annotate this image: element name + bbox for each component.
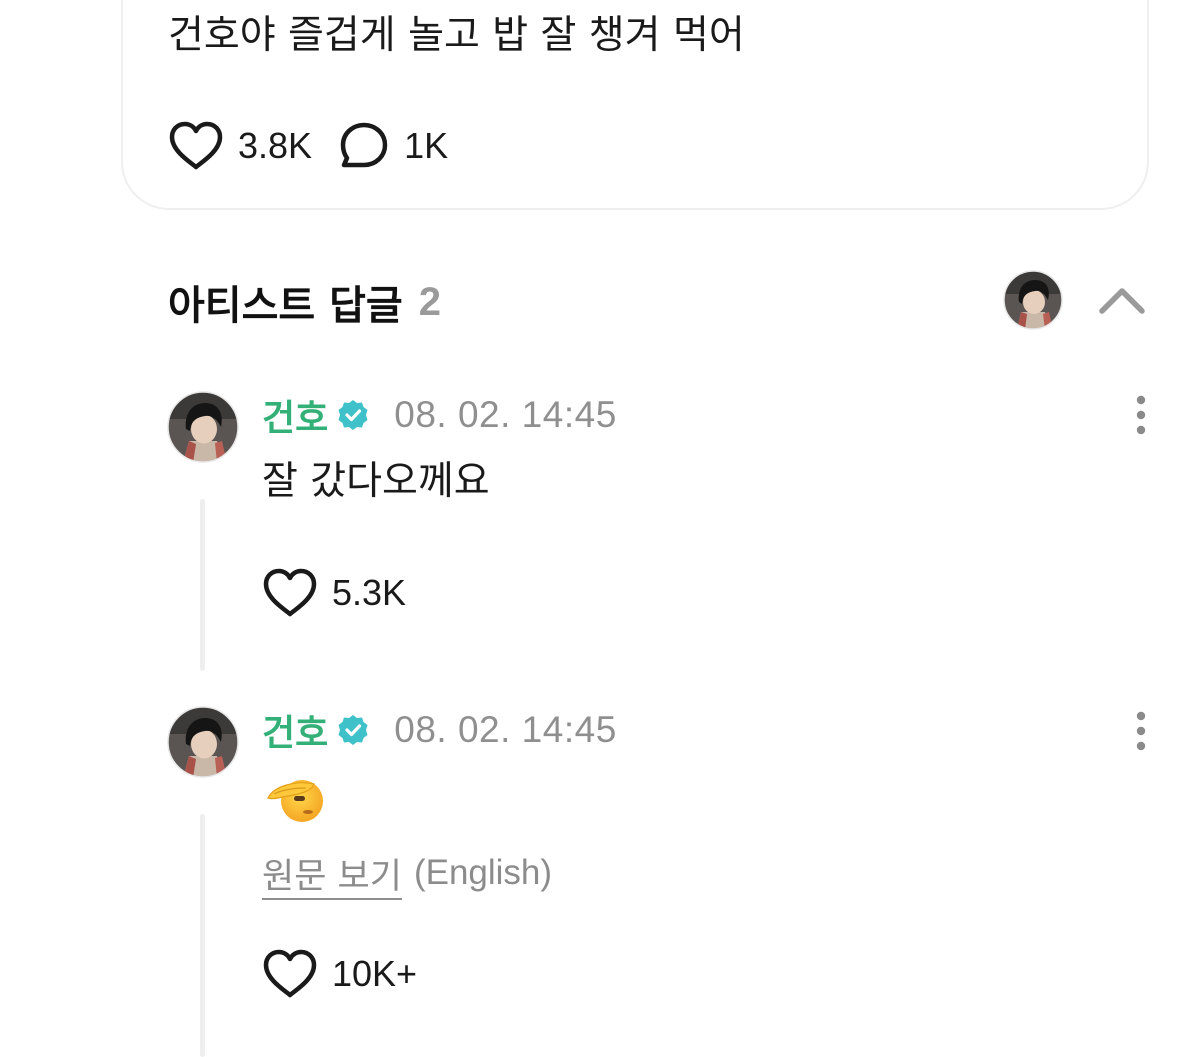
artist-avatar-small[interactable] [1003,270,1063,330]
post-comment-count: 1K [404,125,449,166]
author-name[interactable]: 건호 [262,389,328,441]
vertical-ellipsis-icon [1126,394,1156,438]
reply-body-text: 잘 갔다오께요 [262,459,490,504]
original-language-label: (English) [413,853,553,892]
reply-meta: 건호 08. 02. 14:45 [262,391,617,439]
author-name[interactable]: 건호 [262,704,328,756]
reply-like-button[interactable]: 5.3K [262,565,406,621]
verified-badge-icon [336,398,370,432]
heart-outline-icon [262,567,318,619]
comment-button[interactable]: 1K [338,120,448,172]
reply-avatar[interactable] [167,391,239,463]
reply-more-button[interactable] [1126,394,1156,438]
post-like-count: 3.8K [238,125,313,166]
speech-bubble-icon [338,120,390,172]
verified-badge-icon [336,713,370,747]
vertical-ellipsis-icon [1126,710,1156,754]
post-body-text: 건호야 즐겁게 놀고 밥 잘 챙겨 먹어 [168,13,745,58]
reply-more-button[interactable] [1126,710,1156,754]
artist-replies-page: 건호야 즐겁게 놀고 밥 잘 챙겨 먹어 3.8K 1K 아티스트 답글 2 건… [0,0,1200,1057]
translate-row: 원문 보기 (English) [262,848,552,898]
post-actions: 3.8K 1K [168,118,448,174]
thread-line [200,499,205,671]
saluting-face-emoji [266,770,326,828]
heart-outline-icon[interactable] [168,120,224,172]
collapse-button[interactable] [1096,278,1148,322]
reply-timestamp: 08. 02. 14:45 [394,394,617,435]
artist-replies-header: 아티스트 답글 2 [168,272,441,332]
view-original-link[interactable]: 원문 보기 [262,848,402,899]
reply-meta: 건호 08. 02. 14:45 [262,706,617,754]
reply-like-count: 10K+ [332,953,418,994]
heart-outline-icon [262,948,318,1000]
reply-avatar[interactable] [167,706,239,778]
reply-timestamp: 08. 02. 14:45 [394,709,617,750]
chevron-up-icon [1096,278,1148,322]
reply-count-badge: 2 [418,279,441,324]
reply-like-count: 5.3K [332,572,407,613]
reply-like-button[interactable]: 10K+ [262,946,417,1002]
thread-line [200,814,205,1057]
section-title: 아티스트 답글 [168,283,403,329]
